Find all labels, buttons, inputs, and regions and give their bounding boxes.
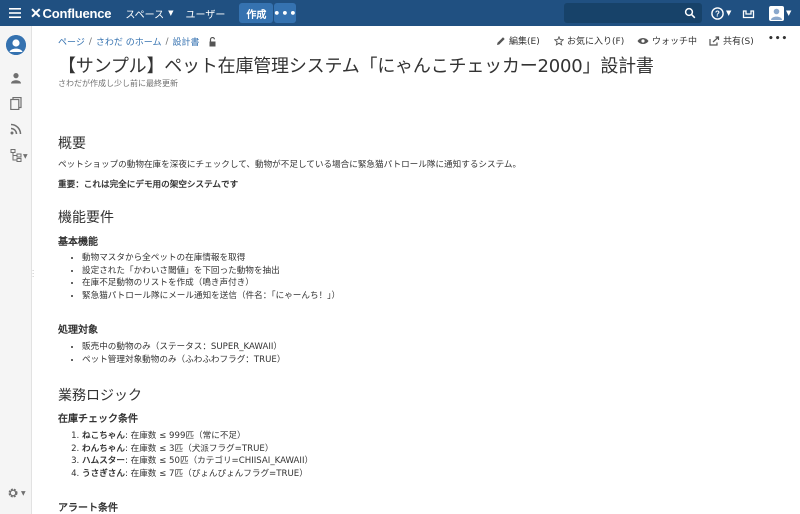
breadcrumb: ページ / さわだ のホーム / 設計書 (58, 35, 218, 48)
list-item: 緊急猫パトロール隊にメール通知を送信（件名：「にゃーんち！」） (82, 290, 340, 303)
animal-condition: : 在庫数 ≤ 50匹（カテゴリ=CHIISAI_KAWAII） (124, 456, 314, 467)
favorite-label: お気に入り(F) (567, 37, 625, 47)
space-sidebar: ▼ ▼ (0, 26, 32, 514)
gear-icon (8, 488, 18, 498)
tree-hierarchy-icon[interactable] (8, 147, 24, 163)
chevron-down-icon: ▼ (786, 9, 792, 17)
list-item: ペット管理対象動物のみ（ふわふわフラグ：TRUE） (82, 354, 285, 367)
edit-label: 編集(E) (509, 37, 540, 47)
list-item: わんちゃん: 在庫数 ≤ 3匹（犬派フラグ=TRUE） (82, 443, 313, 456)
list-item: 在庫不足動物のリストを作成（鳴き声付き） (82, 277, 340, 290)
animal-condition: : 在庫数 ≤ 3匹（犬派フラグ=TRUE） (124, 443, 274, 454)
user-menu-button[interactable]: ▼ (769, 3, 791, 23)
nav-spaces-label: スペース (125, 9, 165, 21)
section-heading-requirements: 機能要件 (58, 210, 114, 226)
animal-name: ハムスター (82, 456, 125, 467)
search-icon (684, 7, 696, 19)
subheading-targets: 処理対象 (58, 325, 98, 336)
overview-note: 重要：これは完全にデモ用の架空システムです (58, 178, 238, 190)
breadcrumb-design-doc[interactable]: 設計書 (173, 35, 200, 48)
rss-feed-icon[interactable] (8, 121, 24, 137)
chevron-down-icon: ▼ (21, 489, 26, 497)
breadcrumb-separator: / (165, 36, 169, 47)
stock-check-list: ねこちゃん: 在庫数 ≤ 999匹（常に不足） わんちゃん: 在庫数 ≤ 3匹（… (82, 430, 313, 480)
menu-icon[interactable] (0, 0, 30, 26)
pages-icon[interactable] (8, 95, 24, 111)
confluence-logo[interactable]: ✕ Confluence (30, 0, 119, 26)
list-item: 設定された「かわいさ閾値」を下回った動物を抽出 (82, 265, 340, 278)
list-item: 販売中の動物のみ（ステータス：SUPER_KAWAII） (82, 341, 285, 354)
animal-name: ねこちゃん (82, 431, 125, 441)
settings-button[interactable]: ▼ (7, 486, 26, 500)
section-heading-logic: 業務ロジック (58, 388, 142, 404)
list-item: 動物マスタから全ペットの在庫情報を取得 (82, 252, 340, 265)
list-item: ハムスター: 在庫数 ≤ 50匹（カテゴリ=CHIISAI_KAWAII） (82, 455, 313, 468)
nav-users[interactable]: ユーザー (180, 0, 232, 26)
eye-icon (637, 37, 649, 44)
chevron-down-icon: ▼ (23, 153, 28, 160)
people-icon[interactable] (8, 70, 24, 86)
subheading-stock-check: 在庫チェック条件 (58, 414, 138, 425)
svg-text:?: ? (715, 9, 720, 18)
nav-users-label: ユーザー (185, 9, 226, 21)
share-icon (709, 35, 720, 46)
pencil-icon (497, 36, 505, 45)
create-button[interactable]: 作成 (239, 3, 274, 23)
share-label: 共有(S) (723, 37, 754, 47)
help-button[interactable]: ? ▼ (711, 3, 731, 23)
page-byline: さわだが作成し少し前に最終更新 (58, 79, 178, 88)
chevron-down-icon: ▼ (726, 9, 732, 17)
watch-button[interactable]: ウォッチ中 (637, 34, 697, 47)
breadcrumb-home[interactable]: さわだ のホーム (96, 35, 162, 48)
sidebar-resize-handle[interactable]: · · · (32, 268, 34, 281)
breadcrumb-separator: / (88, 36, 92, 47)
animal-name: うさぎさん (82, 468, 125, 479)
logo-text: Confluence (42, 5, 112, 21)
overview-note-bold: 重要：これは完全にデモ用の架空システムです (58, 180, 239, 190)
help-icon: ? (711, 6, 724, 20)
user-avatar-icon (769, 5, 784, 21)
chevron-down-icon: ▼ (168, 9, 174, 17)
edit-button[interactable]: 編集(E) (496, 34, 540, 47)
search-input[interactable] (564, 5, 702, 26)
create-more-button[interactable]: ••• (273, 3, 296, 23)
more-actions-button[interactable]: ••• (768, 34, 788, 44)
more-actions-label: ••• (768, 34, 789, 44)
list-item: ねこちゃん: 在庫数 ≤ 999匹（常に不足） (82, 430, 313, 443)
list-item: うさぎさん: 在庫数 ≤ 7匹（ぴょんぴょんフラグ=TRUE） (82, 468, 313, 481)
notification-icon (742, 10, 755, 19)
top-header: ✕ Confluence スペース ▼ ユーザー 作成 ••• ? ▼ ▼ (0, 0, 800, 26)
notifications-button[interactable] (742, 3, 755, 23)
animal-condition: : 在庫数 ≤ 7匹（ぴょんぴょんフラグ=TRUE） (124, 468, 308, 479)
watch-label: ウォッチ中 (652, 37, 698, 47)
unlock-icon[interactable] (208, 36, 218, 47)
subheading-basic-functions: 基本機能 (58, 237, 98, 248)
overview-text: ペットショップの動物在庫を深夜にチェックして、動物が不足している場合に緊急猫パト… (58, 160, 522, 170)
section-heading-overview: 概要 (58, 136, 86, 152)
basic-functions-list: 動物マスタから全ペットの在庫情報を取得 設定された「かわいさ閾値」を下回った動物… (82, 252, 340, 302)
confluence-x-icon: ✕ (30, 4, 42, 21)
subheading-alert-conditions: アラート条件 (58, 503, 118, 514)
favorite-button[interactable]: お気に入り(F) (554, 34, 624, 47)
search-box[interactable] (564, 3, 702, 26)
star-icon (554, 35, 564, 46)
share-button[interactable]: 共有(S) (709, 34, 754, 47)
page-title: 【サンプル】ペット在庫管理システム「にゃんこチェッカー2000」設計書 (58, 56, 654, 77)
breadcrumb-pages[interactable]: ページ (58, 35, 85, 48)
animal-condition: : 在庫数 ≤ 999匹（常に不足） (124, 431, 246, 441)
space-avatar[interactable] (6, 35, 26, 55)
animal-name: わんちゃん (82, 443, 125, 454)
nav-spaces[interactable]: スペース ▼ (119, 0, 179, 26)
targets-list: 販売中の動物のみ（ステータス：SUPER_KAWAII） ペット管理対象動物のみ… (82, 341, 285, 366)
